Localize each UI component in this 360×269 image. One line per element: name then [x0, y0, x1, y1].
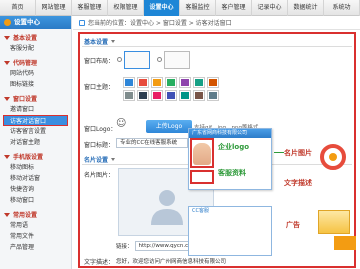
callout-card-image: 名片图片 — [284, 149, 312, 157]
basic-settings-label: 基本设置 — [84, 39, 109, 46]
callout-logo: 企业logo — [218, 143, 250, 151]
tab-8[interactable]: 数据统计 — [288, 0, 324, 16]
tab-0[interactable]: 首页 — [0, 0, 36, 16]
sidebar-item[interactable]: 对话窗主题 — [0, 137, 71, 148]
desc-label: 文字描述： — [84, 259, 115, 266]
highlight-service-info — [190, 170, 214, 184]
sidebar-group-2[interactable]: 窗口设置 — [0, 90, 71, 104]
callout-service-info: 客服资料 — [218, 169, 246, 177]
sidebar-group-0[interactable]: 基本设置 — [0, 29, 71, 43]
chevron-down-icon — [111, 40, 116, 43]
sidebar-group-4[interactable]: 常用设置 — [0, 206, 71, 220]
theme-swatch-0[interactable] — [123, 77, 135, 88]
sidebar-group-title: 基本设置 — [13, 35, 38, 42]
smiley-icon: ☺ — [116, 118, 127, 129]
theme-swatch-3[interactable] — [165, 77, 177, 88]
sidebar-group-1[interactable]: 代码管理 — [0, 54, 71, 68]
triangle-down-icon — [4, 154, 10, 159]
sidebar-item[interactable]: 访客留言设置 — [0, 126, 71, 137]
highlight-card-image — [190, 138, 214, 168]
person-placeholder-icon — [151, 190, 183, 225]
sidebar-group-3[interactable]: 手机版设置 — [0, 148, 71, 162]
preview-bottom-title: CC客服 — [189, 207, 271, 215]
triangle-down-icon — [4, 96, 10, 101]
callout-ad: 广告 — [286, 221, 300, 229]
divider — [82, 46, 352, 47]
sidebar-item[interactable]: 网站代码 — [0, 68, 71, 79]
theme-swatch-4[interactable] — [179, 77, 191, 88]
sidebar-item[interactable]: 移动窗口 — [0, 195, 71, 206]
tab-3[interactable]: 权限管理 — [108, 0, 144, 16]
preview-bottom-window: CC客服 — [188, 206, 272, 256]
company-logo-icon — [320, 144, 346, 170]
layout-label: 窗口布局： — [84, 58, 115, 65]
theme-label: 窗口主题： — [84, 84, 115, 91]
theme-swatch-13[interactable] — [207, 90, 219, 101]
layout-option-2[interactable] — [164, 51, 190, 69]
sidebar-item[interactable]: 访客对话窗口 — [3, 115, 68, 126]
sidebar-group-title: 常用设置 — [13, 212, 38, 219]
chat-window-preview: 广东省网商科技有限公司 企业logo 客服资料 名片图片 文字描述 广告 CC客… — [188, 128, 356, 256]
ad-banner — [318, 210, 350, 234]
layout-radio-2[interactable] — [157, 57, 162, 62]
tab-6[interactable]: 客户管理 — [216, 0, 252, 16]
tab-1[interactable]: 网站管理 — [36, 0, 72, 16]
chevron-down-icon — [111, 158, 116, 161]
logo-label: 窗口Logo： — [84, 126, 117, 133]
ad-image — [334, 236, 356, 250]
sidebar-item[interactable]: 移动图标 — [0, 162, 71, 173]
sidebar-title: 设置中心 — [14, 18, 40, 26]
upload-logo-button[interactable]: 上传Logo — [146, 120, 192, 133]
card-settings-title[interactable]: 名片设置 — [84, 155, 116, 164]
theme-swatch-9[interactable] — [151, 90, 163, 101]
theme-swatch-6[interactable] — [207, 77, 219, 88]
tab-9[interactable]: 系统功 — [324, 0, 360, 16]
card-image-label: 名片图片： — [84, 172, 115, 179]
tab-4[interactable]: 设置中心 — [144, 0, 180, 16]
link-label: 链接： — [116, 243, 133, 250]
triangle-down-icon — [4, 35, 10, 40]
theme-swatch-12[interactable] — [193, 90, 205, 101]
theme-swatch-8[interactable] — [137, 90, 149, 101]
card-settings-label: 名片设置 — [84, 157, 109, 164]
sidebar-item[interactable]: 图标链接 — [0, 79, 71, 90]
sidebar: 设置中心 基本设置 客服分配代码管理 网站代码 图标链接窗口设置 邀请窗口 访客对话窗口访… — [0, 16, 72, 269]
sidebar-item[interactable]: 常用文件 — [0, 231, 71, 242]
theme-swatch-7[interactable] — [123, 90, 135, 101]
callout-text-desc: 文字描述 — [284, 179, 312, 187]
sidebar-item[interactable]: 常用语 — [0, 220, 71, 231]
top-navigation: 首页 网站管理 客服管理 权限管理 设置中心 客服监控 客户管理 记录中心 数据统计 系统功 — [0, 0, 360, 16]
triangle-down-icon — [4, 212, 10, 217]
sidebar-header: 设置中心 — [0, 16, 71, 29]
preview-title-bar: 广东省网商科技有限公司 — [189, 129, 271, 138]
sidebar-item[interactable]: 移动对话窗 — [0, 173, 71, 184]
theme-swatch-2[interactable] — [151, 77, 163, 88]
breadcrumb: 您当前的位置：设置中心 > 窗口设置 > 访客对话窗口 — [73, 16, 360, 30]
layout-radio-1[interactable] — [117, 57, 122, 62]
sidebar-item[interactable]: 客服分配 — [0, 43, 71, 54]
tab-7[interactable]: 记录中心 — [252, 0, 288, 16]
home-icon[interactable] — [79, 19, 85, 26]
theme-swatch-10[interactable] — [165, 90, 177, 101]
theme-swatch-5[interactable] — [193, 77, 205, 88]
sidebar-group-title: 窗口设置 — [13, 96, 38, 103]
theme-swatch-11[interactable] — [179, 90, 191, 101]
window-title-input[interactable]: 专业的CC在线客服系统 — [116, 138, 188, 148]
sidebar-item[interactable]: 产品管理 — [0, 242, 71, 253]
layout-option-1[interactable] — [124, 51, 150, 69]
sidebar-item[interactable]: 快捷咨询 — [0, 184, 71, 195]
sidebar-group-title: 代码管理 — [13, 60, 38, 67]
tab-5[interactable]: 客服监控 — [180, 0, 216, 16]
callout-arrow — [274, 152, 284, 153]
triangle-down-icon — [4, 60, 10, 65]
desc-value: 您好，欢迎您访问广州网商信息科技有限公司 — [116, 259, 227, 265]
basic-settings-title[interactable]: 基本设置 — [84, 37, 116, 46]
gear-icon — [4, 19, 11, 26]
title-label: 窗口标题： — [84, 142, 115, 149]
theme-swatch-1[interactable] — [137, 77, 149, 88]
breadcrumb-text: 您当前的位置：设置中心 > 窗口设置 > 访客对话窗口 — [88, 20, 232, 27]
tab-2[interactable]: 客服管理 — [72, 0, 108, 16]
sidebar-group-title: 手机版设置 — [13, 154, 44, 161]
sidebar-item[interactable]: 邀请窗口 — [0, 104, 71, 115]
